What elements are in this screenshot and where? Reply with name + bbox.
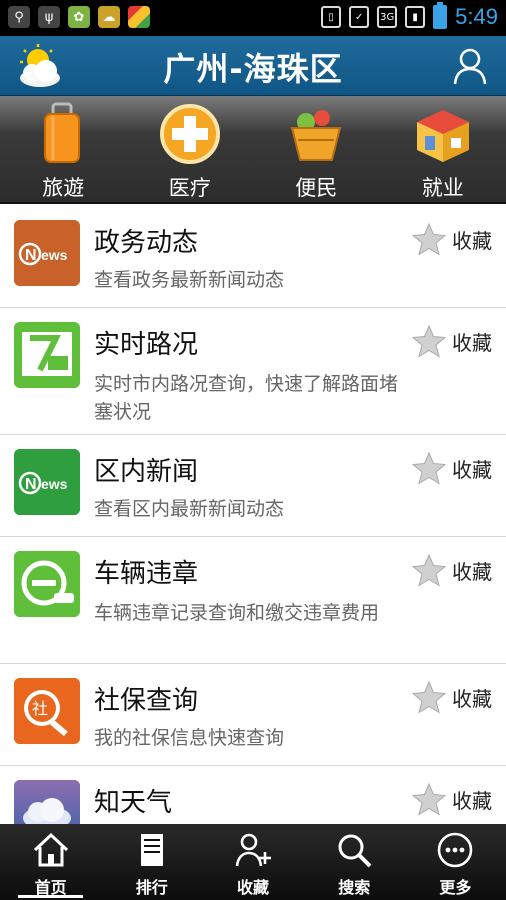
star-icon: [412, 782, 446, 816]
item-title: 区内新闻: [94, 457, 199, 487]
item-description: 查看政务最新新闻动态: [94, 269, 285, 291]
search-icon: [338, 834, 372, 868]
category-label: 旅遊: [42, 176, 85, 200]
favorite-label: 收藏: [452, 686, 492, 711]
item-description: 车辆违章记录查询和缴交违章费用: [94, 602, 380, 624]
news-icon: N ews: [14, 220, 80, 286]
item-description: 实时市内路况查询，快速了解路面堵塞状况: [94, 373, 399, 423]
nav-label: 更多: [439, 878, 472, 897]
status-time: 5:49: [455, 4, 498, 29]
status-bar: ⚲ ψ ✿ ☁ ▯ ✓ 3G ▮ 5:49: [0, 0, 506, 36]
svg-text:N: N: [25, 476, 37, 493]
category-label: 便民: [295, 176, 338, 200]
category-bar: 旅遊 医疗 便民 就业: [0, 96, 506, 204]
favorite-button[interactable]: 收藏: [412, 222, 492, 256]
medical-cross-icon: [159, 104, 220, 164]
bottom-nav: 首页 排行 收藏 搜索 更多: [0, 824, 506, 900]
star-icon: [412, 553, 446, 587]
nav-label: 首页: [34, 878, 67, 897]
ranking-icon: [140, 834, 163, 866]
favorite-label: 收藏: [452, 457, 492, 482]
item-title: 政务动态: [94, 228, 199, 258]
signal-bars-icon: ▮: [405, 6, 426, 28]
chrome-notification-icon: [128, 6, 150, 28]
shop-icon: [416, 110, 469, 162]
star-icon: [412, 451, 446, 485]
favorite-label: 收藏: [452, 228, 492, 253]
system-icons: ▯ ✓ 3G ▮ 5:49: [321, 2, 498, 30]
favorite-label: 收藏: [452, 559, 492, 584]
page-title: 广州-海珠区: [163, 50, 343, 88]
nav-label: 收藏: [237, 878, 270, 897]
nav-label: 搜索: [338, 878, 371, 897]
traffic-map-icon: [14, 322, 80, 388]
app-notification-icon: ✿: [68, 6, 90, 28]
car-violation-icon: [14, 551, 80, 617]
nav-label: 排行: [135, 878, 168, 897]
category-label: 就业: [421, 176, 464, 200]
category-travel[interactable]: 旅遊: [0, 96, 127, 202]
usb-icon: ⚲: [8, 6, 30, 28]
star-icon: [412, 680, 446, 714]
social-security-icon: 社: [14, 678, 80, 744]
nav-more[interactable]: 更多: [405, 824, 506, 900]
home-icon: [33, 832, 68, 867]
favorite-button[interactable]: 收藏: [412, 324, 492, 358]
category-medical[interactable]: 医疗: [127, 96, 254, 202]
signal-3g-icon: 3G: [377, 6, 398, 28]
category-label: 医疗: [168, 176, 211, 200]
nav-home[interactable]: 首页: [0, 824, 101, 900]
favorite-button[interactable]: 收藏: [412, 451, 492, 485]
list-item[interactable]: N ews 政务动态 查看政务最新新闻动态 收藏: [0, 206, 506, 308]
category-convenience[interactable]: 便民: [253, 96, 380, 202]
battery-icon: [433, 2, 448, 29]
item-description: 查看区内最新新闻动态: [94, 498, 285, 520]
list-item[interactable]: 实时路况 实时市内路况查询，快速了解路面堵塞状况 收藏: [0, 308, 506, 435]
favorite-button[interactable]: 收藏: [412, 553, 492, 587]
usb-debug-icon: ψ: [38, 6, 60, 28]
service-list: N ews 政务动态 查看政务最新新闻动态 收藏 实时路况 实时市内路况查询，快…: [0, 206, 506, 824]
favorite-label: 收藏: [452, 788, 492, 813]
item-title: 知天气: [94, 788, 173, 818]
favorite-button[interactable]: 收藏: [412, 680, 492, 714]
svg-text:ews: ews: [41, 247, 68, 263]
more-icon: [438, 832, 473, 868]
svg-text:ews: ews: [41, 476, 68, 492]
item-title: 实时路况: [94, 330, 199, 360]
list-item[interactable]: N ews 区内新闻 查看区内最新新闻动态 收藏: [0, 435, 506, 537]
item-title: 车辆违章: [94, 559, 199, 589]
notification-icons: ⚲ ψ ✿ ☁: [8, 6, 150, 28]
category-employment[interactable]: 就业: [380, 96, 506, 202]
item-description: 我的社保信息快速查询: [94, 727, 285, 749]
luggage-icon: [44, 102, 81, 163]
item-title: 社保查询: [94, 686, 199, 716]
alarm-icon: ✓: [349, 6, 370, 28]
svg-text:N: N: [25, 247, 37, 264]
star-icon: [412, 222, 446, 256]
user-icon[interactable]: [452, 46, 488, 86]
weather-notification-icon: ☁: [98, 6, 120, 28]
list-item[interactable]: 知天气 收藏: [0, 766, 506, 824]
weather-icon: [14, 780, 80, 824]
app-header: 广州-海珠区: [0, 36, 506, 96]
add-user-icon: [235, 833, 271, 867]
nav-search[interactable]: 搜索: [304, 824, 405, 900]
nav-ranking[interactable]: 排行: [101, 824, 202, 900]
news-icon: N ews: [14, 449, 80, 515]
favorite-button[interactable]: 收藏: [412, 782, 492, 816]
svg-text:社: 社: [32, 699, 48, 718]
vibrate-icon: ▯: [321, 6, 342, 28]
list-item[interactable]: 车辆违章 车辆违章记录查询和缴交违章费用 收藏: [0, 537, 506, 664]
list-item[interactable]: 社 社保查询 我的社保信息快速查询 收藏: [0, 664, 506, 766]
favorite-label: 收藏: [452, 330, 492, 355]
basket-icon: [290, 110, 342, 161]
nav-favorites[interactable]: 收藏: [202, 824, 303, 900]
star-icon: [412, 324, 446, 358]
